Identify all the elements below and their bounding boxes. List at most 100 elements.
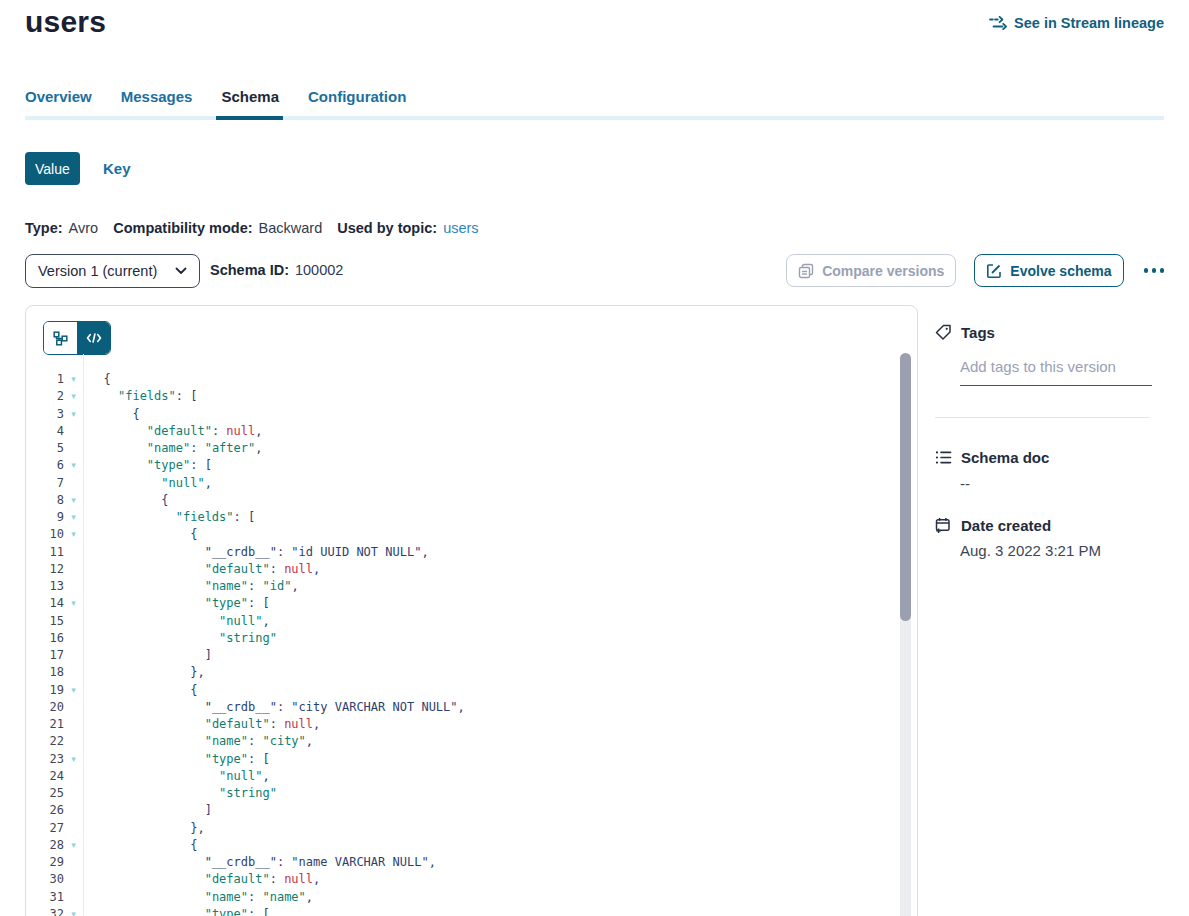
fold-spacer xyxy=(64,664,83,681)
line-number: 24 xyxy=(26,768,64,785)
tab-schema[interactable]: Schema xyxy=(221,88,279,116)
code-line: 10▾ { xyxy=(26,526,917,543)
chevron-down-icon xyxy=(175,267,187,275)
line-number: 26 xyxy=(26,802,64,819)
fold-toggle-icon[interactable]: ▾ xyxy=(64,595,83,612)
code-line: 7 "null", xyxy=(26,475,917,492)
code-text: "default": null, xyxy=(83,561,320,578)
fold-toggle-icon[interactable]: ▾ xyxy=(64,492,83,509)
line-number: 20 xyxy=(26,699,64,716)
meta-item: Used by topic:users xyxy=(337,220,478,236)
fold-toggle-icon[interactable]: ▾ xyxy=(64,457,83,474)
tags-section-heading: Tags xyxy=(935,324,995,341)
topic-link[interactable]: users xyxy=(443,220,478,236)
fold-toggle-icon[interactable]: ▾ xyxy=(64,526,83,543)
code-text: { xyxy=(83,837,197,854)
fold-spacer xyxy=(64,561,83,578)
fold-spacer xyxy=(64,630,83,647)
meta-value: Backward xyxy=(259,220,323,236)
code-text: { xyxy=(83,526,197,543)
schema-id: Schema ID: 100002 xyxy=(210,262,343,278)
value-toggle-button[interactable]: Value xyxy=(25,152,80,185)
version-select[interactable]: Version 1 (current) xyxy=(25,254,200,288)
line-number: 5 xyxy=(26,440,64,457)
code-text: "type": [ xyxy=(83,595,270,612)
code-text: "default": null, xyxy=(83,716,320,733)
code-text: "name": "name", xyxy=(83,889,313,906)
fold-spacer xyxy=(64,544,83,561)
line-number: 3 xyxy=(26,406,64,423)
fold-toggle-icon[interactable]: ▾ xyxy=(64,751,83,768)
line-number: 23 xyxy=(26,751,64,768)
fold-toggle-icon[interactable]: ▾ xyxy=(64,406,83,423)
tab-label: Schema xyxy=(221,88,279,105)
tag-icon xyxy=(935,324,952,341)
code-line: 22 "name": "city", xyxy=(26,733,917,750)
fold-toggle-icon[interactable]: ▾ xyxy=(64,837,83,854)
fold-toggle-icon[interactable]: ▾ xyxy=(64,388,83,405)
code-editor[interactable]: 1▾{2▾ "fields": [3▾ {4 "default": null,5… xyxy=(26,354,917,916)
code-line: 21 "default": null, xyxy=(26,716,917,733)
tab-configuration[interactable]: Configuration xyxy=(308,88,406,116)
fold-spacer xyxy=(64,889,83,906)
active-tab-indicator xyxy=(216,116,283,120)
tab-label: Configuration xyxy=(308,88,406,105)
code-line: 8▾ { xyxy=(26,492,917,509)
code-lines: 1▾{2▾ "fields": [3▾ {4 "default": null,5… xyxy=(26,371,917,916)
line-number: 9 xyxy=(26,509,64,526)
code-text: "null", xyxy=(83,475,212,492)
tree-view-button[interactable] xyxy=(44,322,77,354)
code-line: 32▾ "type": [ xyxy=(26,906,917,916)
line-number: 28 xyxy=(26,837,64,854)
key-toggle-button[interactable]: Key xyxy=(103,160,131,177)
fold-spacer xyxy=(64,699,83,716)
code-line: 26 ] xyxy=(26,802,917,819)
line-number: 11 xyxy=(26,544,64,561)
code-line: 1▾{ xyxy=(26,371,917,388)
code-text: "__crdb__": "city VARCHAR NOT NULL", xyxy=(83,699,465,716)
tags-input[interactable] xyxy=(960,352,1152,386)
fold-toggle-icon[interactable]: ▾ xyxy=(64,682,83,699)
editor-scrollbar-thumb[interactable] xyxy=(900,353,911,621)
schema-id-value: 100002 xyxy=(295,262,343,278)
tab-messages[interactable]: Messages xyxy=(121,88,193,116)
fold-spacer xyxy=(64,475,83,492)
line-number: 19 xyxy=(26,682,64,699)
fold-spacer xyxy=(64,820,83,837)
code-text: "name": "after", xyxy=(83,440,262,457)
code-line: 12 "default": null, xyxy=(26,561,917,578)
code-text: { xyxy=(83,682,197,699)
code-line: 13 "name": "id", xyxy=(26,578,917,595)
code-text: "fields": [ xyxy=(83,509,255,526)
page-title: users xyxy=(25,5,106,39)
fold-spacer xyxy=(64,440,83,457)
sidebar-divider xyxy=(935,417,1150,418)
code-view-button[interactable] xyxy=(77,322,110,354)
code-text: ] xyxy=(83,647,212,664)
code-line: 2▾ "fields": [ xyxy=(26,388,917,405)
line-number: 30 xyxy=(26,871,64,888)
code-line: 14▾ "type": [ xyxy=(26,595,917,612)
fold-toggle-icon[interactable]: ▾ xyxy=(64,906,83,916)
code-line: 15 "null", xyxy=(26,613,917,630)
code-text: "type": [ xyxy=(83,751,270,768)
line-number: 22 xyxy=(26,733,64,750)
compare-versions-button[interactable]: Compare versions xyxy=(786,254,956,287)
line-number: 18 xyxy=(26,664,64,681)
fold-toggle-icon[interactable]: ▾ xyxy=(64,371,83,388)
line-number: 32 xyxy=(26,906,64,916)
meta-label: Compatibility mode: xyxy=(113,220,252,236)
fold-toggle-icon[interactable]: ▾ xyxy=(64,509,83,526)
code-text: "null", xyxy=(83,768,270,785)
line-number: 29 xyxy=(26,854,64,871)
schema-doc-title: Schema doc xyxy=(961,449,1049,466)
tab-overview[interactable]: Overview xyxy=(25,88,92,116)
editor-scrollbar[interactable] xyxy=(900,353,911,916)
compare-versions-label: Compare versions xyxy=(822,263,944,279)
line-number: 31 xyxy=(26,889,64,906)
code-text: "name": "city", xyxy=(83,733,313,750)
code-text: "__crdb__": "name VARCHAR NULL", xyxy=(83,854,436,871)
fold-spacer xyxy=(64,733,83,750)
line-number: 4 xyxy=(26,423,64,440)
code-text: { xyxy=(83,371,111,388)
